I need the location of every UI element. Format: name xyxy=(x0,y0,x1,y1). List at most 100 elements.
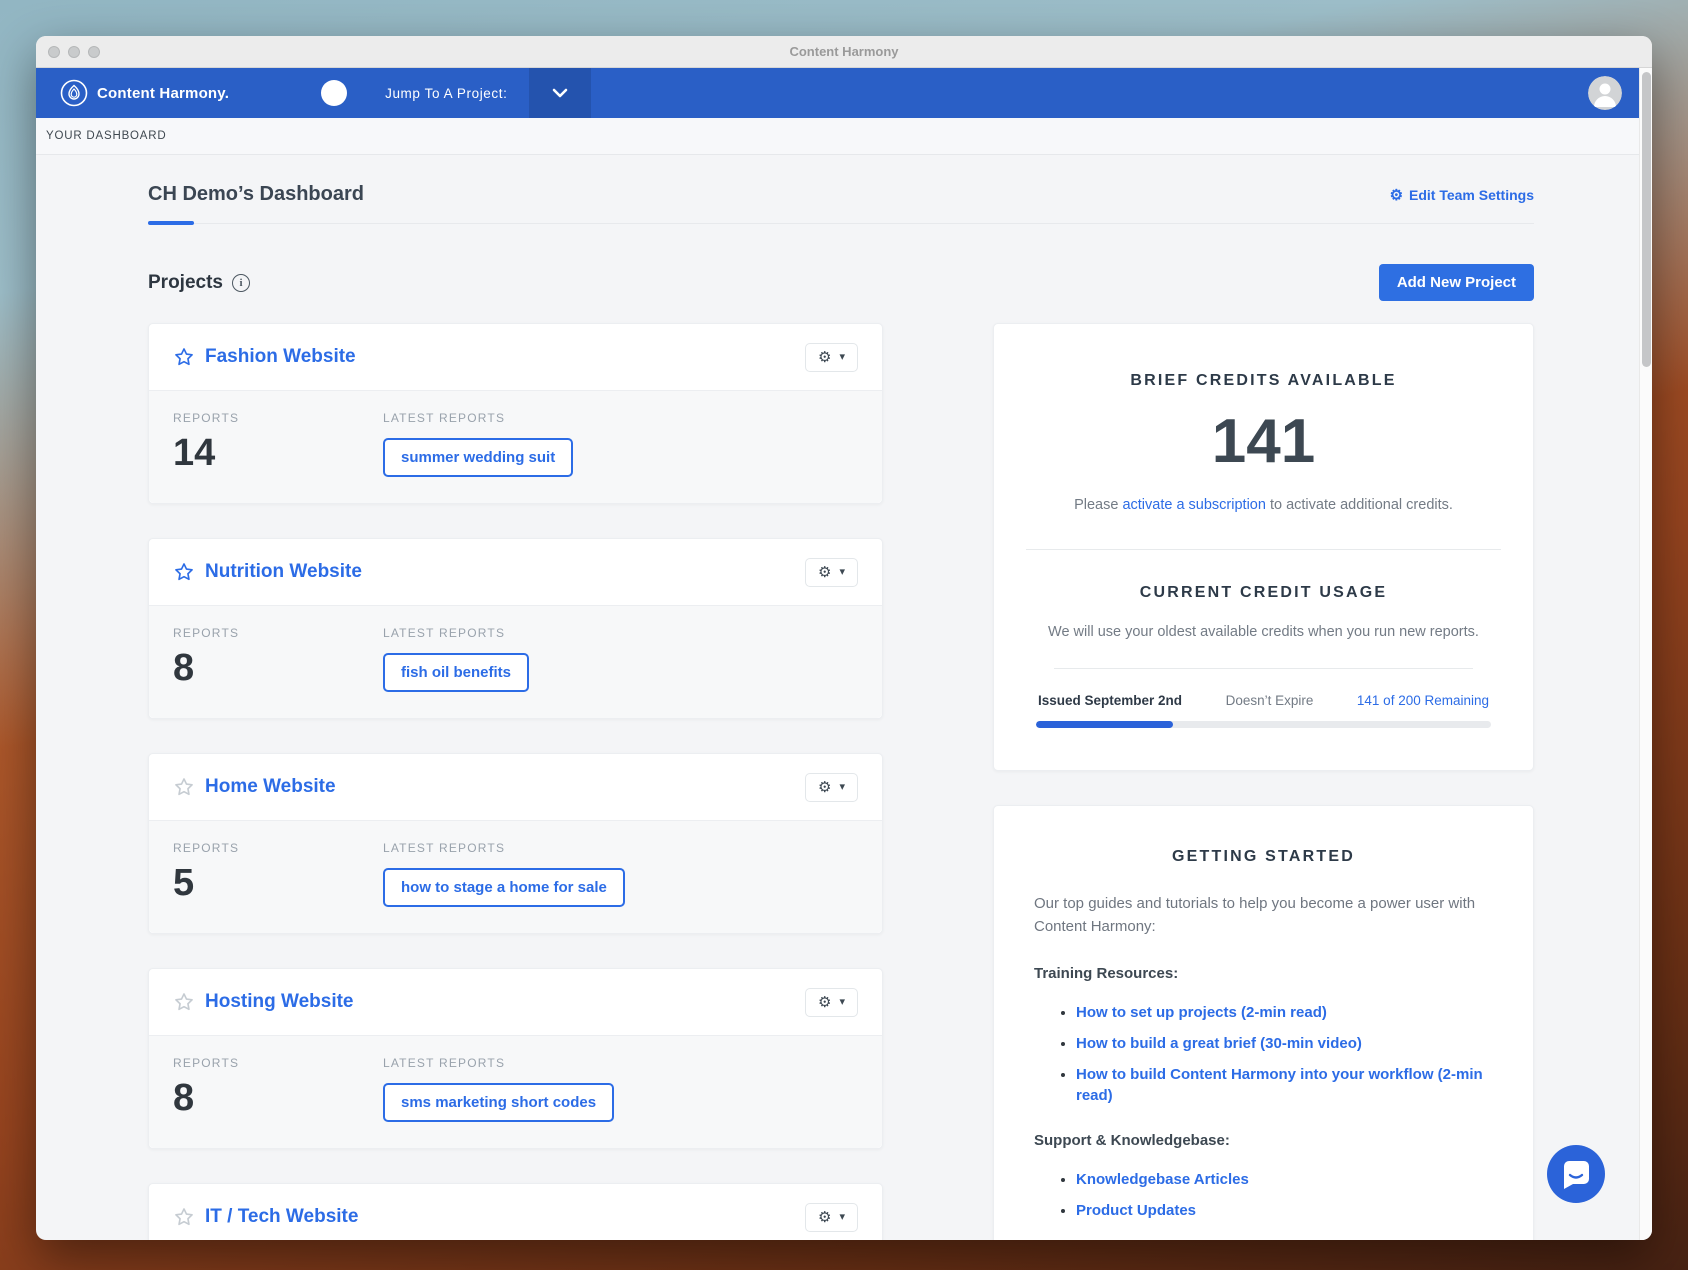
gear-icon: ⚙ xyxy=(818,348,832,366)
credits-amount: 141 xyxy=(1211,407,1316,476)
brief-credits-card: BRIEF CREDITS AVAILABLE 141 Please activ… xyxy=(993,323,1534,771)
reports-label: REPORTS xyxy=(173,626,240,640)
support-knowledgebase-label: Support & Knowledgebase: xyxy=(1034,1131,1230,1149)
support-link[interactable]: Product Updates xyxy=(1076,1202,1196,1219)
jump-to-project-label: Jump To A Project: xyxy=(385,85,508,101)
credit-usage-title: CURRENT CREDIT USAGE xyxy=(1139,584,1388,601)
gear-icon: ⚙ xyxy=(818,993,832,1011)
credits-title: BRIEF CREDITS AVAILABLE xyxy=(1130,372,1397,389)
gear-icon: ⚙ xyxy=(818,1208,832,1226)
project-name-link[interactable]: IT / Tech Website xyxy=(205,1206,358,1228)
title-accent-bar xyxy=(148,221,194,225)
sidebar-column: BRIEF CREDITS AVAILABLE 141 Please activ… xyxy=(993,323,1534,1240)
star-icon[interactable] xyxy=(173,561,195,583)
credits-remaining-link[interactable]: 141 of 200 Remaining xyxy=(1357,693,1489,708)
title-divider xyxy=(148,221,1534,225)
getting-started-intro: Our top guides and tutorials to help you… xyxy=(1034,895,1476,936)
training-link[interactable]: How to build Content Harmony into your w… xyxy=(1076,1066,1483,1104)
credits-note-suffix: to activate additional credits. xyxy=(1265,497,1453,513)
app-window: Content Harmony Content Harmony. Jump To… xyxy=(36,36,1652,1240)
project-select-avatar xyxy=(321,80,348,106)
brand-name: Content Harmony. xyxy=(97,84,230,102)
credit-progress-fill xyxy=(1036,721,1173,728)
getting-started-title: GETTING STARTED xyxy=(1172,848,1355,865)
latest-report-pill[interactable]: summer wedding suit xyxy=(383,438,574,477)
project-settings-dropdown[interactable]: ⚙ ▾ xyxy=(805,772,858,802)
project-settings-dropdown[interactable]: ⚙ ▾ xyxy=(805,987,858,1017)
latest-reports-label: LATEST REPORTS xyxy=(383,1056,506,1070)
info-icon[interactable]: i xyxy=(231,273,250,292)
project-settings-dropdown[interactable]: ⚙ ▾ xyxy=(805,557,858,587)
minimize-window-button[interactable] xyxy=(68,45,80,58)
latest-report-pill[interactable]: sms marketing short codes xyxy=(383,1083,615,1122)
list-item: How to set up projects (2-min read) xyxy=(1076,1002,1493,1023)
user-avatar[interactable] xyxy=(1588,76,1622,110)
list-item: How to build Content Harmony into your w… xyxy=(1076,1064,1493,1106)
activate-subscription-link[interactable]: activate a subscription xyxy=(1122,497,1265,513)
page-title: CH Demo’s Dashboard xyxy=(148,183,364,205)
add-new-project-button[interactable]: Add New Project xyxy=(1378,264,1534,301)
training-link[interactable]: How to set up projects (2-min read) xyxy=(1076,1004,1327,1021)
reports-count: 8 xyxy=(173,1077,195,1119)
project-name-link[interactable]: Home Website xyxy=(205,776,336,798)
projects-list: Fashion Website ⚙ ▾ REPORTS 14 LATEST RE… xyxy=(148,323,883,1240)
latest-reports-label: LATEST REPORTS xyxy=(383,841,506,855)
star-icon[interactable] xyxy=(173,776,195,798)
training-resources-label: Training Resources: xyxy=(1034,964,1179,982)
project-name-link[interactable]: Fashion Website xyxy=(205,346,356,368)
latest-report-pill[interactable]: how to stage a home for sale xyxy=(383,868,625,907)
project-name-link[interactable]: Hosting Website xyxy=(205,991,354,1013)
reports-count: 8 xyxy=(173,647,195,689)
project-card: Fashion Website ⚙ ▾ REPORTS 14 LATEST RE… xyxy=(148,323,883,504)
training-resources-list: How to set up projects (2-min read) How … xyxy=(1034,1002,1493,1106)
support-links-list: Knowledgebase Articles Product Updates xyxy=(1034,1169,1493,1221)
breadcrumb-bar: YOUR DASHBOARD xyxy=(36,118,1652,155)
project-card: Home Website ⚙ ▾ REPORTS 5 LATEST REPORT… xyxy=(148,753,883,934)
jump-to-project-dropdown[interactable] xyxy=(529,68,592,118)
close-window-button[interactable] xyxy=(48,45,60,58)
caret-down-icon: ▾ xyxy=(839,1210,845,1223)
latest-report-pill[interactable]: fish oil benefits xyxy=(383,653,530,692)
list-item: How to build a great brief (30-min video… xyxy=(1076,1033,1493,1054)
project-settings-dropdown[interactable]: ⚙ ▾ xyxy=(805,342,858,372)
credit-expiry: Doesn’t Expire xyxy=(1225,693,1314,708)
caret-down-icon: ▾ xyxy=(839,350,845,363)
chat-widget-button[interactable] xyxy=(1547,1145,1605,1203)
credit-usage-note: We will use your oldest available credit… xyxy=(1048,624,1479,640)
training-link[interactable]: How to build a great brief (30-min video… xyxy=(1076,1035,1362,1052)
list-item: Knowledgebase Articles xyxy=(1076,1169,1493,1190)
reports-label: REPORTS xyxy=(173,841,240,855)
support-link[interactable]: Knowledgebase Articles xyxy=(1076,1171,1249,1188)
projects-section-title: Projects i xyxy=(148,272,250,294)
edit-team-settings-link[interactable]: ⚙ Edit Team Settings xyxy=(1390,186,1534,204)
reports-count: 14 xyxy=(173,432,216,474)
desktop-background: Content Harmony Content Harmony. Jump To… xyxy=(0,0,1688,1270)
caret-down-icon: ▾ xyxy=(839,995,845,1008)
caret-down-icon: ▾ xyxy=(839,780,845,793)
star-icon[interactable] xyxy=(173,991,195,1013)
macos-titlebar: Content Harmony xyxy=(36,36,1652,68)
brand-logo[interactable]: Content Harmony. xyxy=(60,79,229,107)
projects-title-text: Projects xyxy=(148,271,223,293)
credit-progress-track xyxy=(1036,721,1491,728)
breadcrumb[interactable]: YOUR DASHBOARD xyxy=(46,130,166,142)
star-icon[interactable] xyxy=(173,1206,195,1228)
star-icon[interactable] xyxy=(173,346,195,368)
credits-note-prefix: Please xyxy=(1074,497,1123,513)
window-controls xyxy=(48,45,100,58)
project-settings-dropdown[interactable]: ⚙ ▾ xyxy=(805,1202,858,1232)
reports-label: REPORTS xyxy=(173,1056,240,1070)
gear-icon: ⚙ xyxy=(1389,186,1404,204)
project-card: Hosting Website ⚙ ▾ REPORTS 8 LATEST REP… xyxy=(148,968,883,1149)
project-name-link[interactable]: Nutrition Website xyxy=(205,561,362,583)
latest-reports-label: LATEST REPORTS xyxy=(383,411,506,425)
caret-down-icon: ▾ xyxy=(839,565,845,578)
chevron-down-icon xyxy=(552,88,568,98)
usage-divider xyxy=(1054,668,1473,669)
window-scrollbar[interactable] xyxy=(1639,68,1652,1240)
zoom-window-button[interactable] xyxy=(88,45,100,58)
project-card: IT / Tech Website ⚙ ▾ REPORTS LATEST REP… xyxy=(148,1183,883,1240)
scrollbar-thumb[interactable] xyxy=(1642,72,1651,367)
content-harmony-logo-icon xyxy=(60,79,88,107)
project-card: Nutrition Website ⚙ ▾ REPORTS 8 LATEST R… xyxy=(148,538,883,719)
